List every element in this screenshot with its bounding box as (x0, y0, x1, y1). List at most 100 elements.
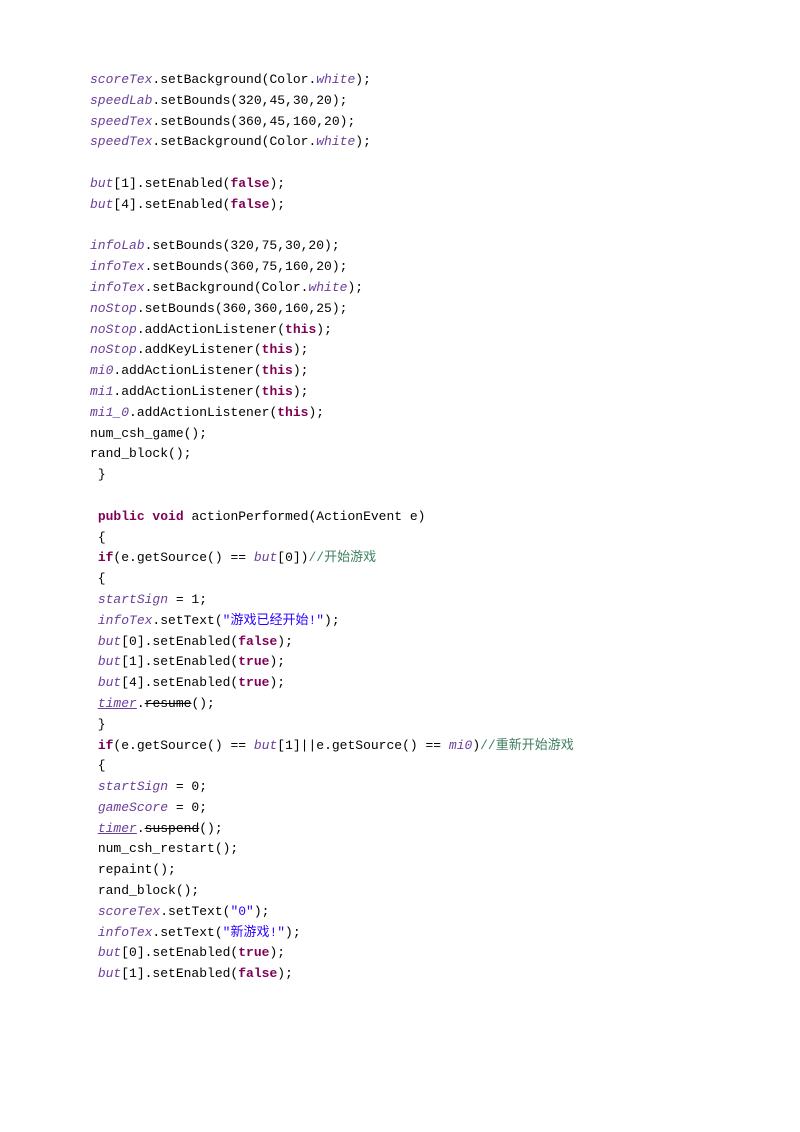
code-line: speedTex.setBounds(360,45,160,20); (90, 112, 710, 133)
code-token: [4].setEnabled( (121, 675, 238, 690)
code-token: = 1; (168, 592, 207, 607)
code-token: .setBackground(Color. (152, 134, 316, 149)
code-token: white (316, 72, 355, 87)
code-token: ); (277, 966, 293, 981)
code-line: noStop.addKeyListener(this); (90, 340, 710, 361)
code-token: but (98, 675, 121, 690)
code-token: .addActionListener( (113, 363, 261, 378)
code-token: infoTex (90, 259, 145, 274)
code-line: mi1_0.addActionListener(this); (90, 403, 710, 424)
code-line: mi1.addActionListener(this); (90, 382, 710, 403)
code-line (90, 153, 710, 174)
code-line: speedTex.setBackground(Color.white); (90, 132, 710, 153)
code-line: but[1].setEnabled(true); (90, 652, 710, 673)
code-line: startSign = 1; (90, 590, 710, 611)
code-line: infoTex.setBounds(360,75,160,20); (90, 257, 710, 278)
code-token: [4].setEnabled( (113, 197, 230, 212)
code-token: [1]||e.getSource() == (277, 738, 449, 753)
code-token: gameScore (98, 800, 168, 815)
code-token: but (98, 945, 121, 960)
code-token: ); (269, 675, 285, 690)
code-token: mi0 (449, 738, 472, 753)
code-block: scoreTex.setBackground(Color.white);spee… (90, 70, 710, 985)
code-token: (); (191, 696, 214, 711)
code-token: = 0; (168, 800, 207, 815)
code-line: scoreTex.setText("0"); (90, 902, 710, 923)
code-line: { (90, 569, 710, 590)
code-token: ); (308, 405, 324, 420)
code-token: num_csh_game(); (90, 426, 207, 441)
code-token: this (262, 342, 293, 357)
code-token: } (90, 717, 106, 732)
code-token: = 0; (168, 779, 207, 794)
code-token: mi0 (90, 363, 113, 378)
code-token: ); (254, 904, 270, 919)
code-line: rand_block(); (90, 444, 710, 465)
code-token: false (238, 966, 277, 981)
code-line: { (90, 756, 710, 777)
code-token: ); (355, 134, 371, 149)
code-token: .setBounds(360,360,160,25); (137, 301, 348, 316)
code-line: but[1].setEnabled(false); (90, 964, 710, 985)
code-token: ); (316, 322, 332, 337)
code-token: "新游戏!" (223, 925, 285, 940)
code-token: but (98, 654, 121, 669)
code-token (90, 738, 98, 753)
code-token: ); (269, 945, 285, 960)
code-token: but (98, 966, 121, 981)
code-line: but[4].setEnabled(true); (90, 673, 710, 694)
code-token: .setBounds(320,45,30,20); (152, 93, 347, 108)
code-token: true (238, 654, 269, 669)
code-token: rand_block(); (90, 446, 191, 461)
code-token: ); (293, 384, 309, 399)
code-token: false (230, 176, 269, 191)
code-token: this (262, 363, 293, 378)
code-token: false (230, 197, 269, 212)
code-token: timer (98, 821, 137, 836)
code-token: speedTex (90, 114, 152, 129)
code-token: but (98, 634, 121, 649)
code-token: } (98, 467, 106, 482)
code-token: ); (324, 613, 340, 628)
code-line: infoTex.setBackground(Color.white); (90, 278, 710, 299)
code-token: { (98, 530, 106, 545)
code-token: //开始游戏 (308, 550, 376, 565)
code-line: but[1].setEnabled(false); (90, 174, 710, 195)
code-line: if(e.getSource() == but[0])//开始游戏 (90, 548, 710, 569)
code-token: false (238, 634, 277, 649)
code-token: rand_block(); (98, 883, 199, 898)
code-token: num_csh_restart(); (98, 841, 238, 856)
code-line (90, 486, 710, 507)
code-line: } (90, 465, 710, 486)
code-line: timer.suspend(); (90, 819, 710, 840)
code-line: startSign = 0; (90, 777, 710, 798)
code-line: public void actionPerformed(ActionEvent … (90, 507, 710, 528)
code-line: speedLab.setBounds(320,45,30,20); (90, 91, 710, 112)
code-token: infoTex (98, 613, 153, 628)
code-token: noStop (90, 322, 137, 337)
code-token: .addActionListener( (113, 384, 261, 399)
code-token: (); (199, 821, 222, 836)
code-line: infoTex.setText("新游戏!"); (90, 923, 710, 944)
code-line: num_csh_restart(); (90, 839, 710, 860)
code-token: [1].setEnabled( (113, 176, 230, 191)
code-line: } (90, 715, 710, 736)
code-token: scoreTex (98, 904, 160, 919)
code-token: this (262, 384, 293, 399)
code-token: .setBackground(Color. (152, 72, 316, 87)
code-token: [0].setEnabled( (121, 634, 238, 649)
code-token: { (90, 758, 106, 773)
code-line: timer.resume(); (90, 694, 710, 715)
code-token: ); (347, 280, 363, 295)
code-token: //重新开始游戏 (480, 738, 574, 753)
code-token: if (98, 550, 114, 565)
code-token: .setText( (152, 613, 222, 628)
code-line: { (90, 528, 710, 549)
code-token: .setBounds(320,75,30,20); (145, 238, 340, 253)
code-line: but[4].setEnabled(false); (90, 195, 710, 216)
code-token: startSign (98, 592, 168, 607)
code-token: ) (472, 738, 480, 753)
code-token: this (277, 405, 308, 420)
code-line: gameScore = 0; (90, 798, 710, 819)
code-token: [0]) (277, 550, 308, 565)
